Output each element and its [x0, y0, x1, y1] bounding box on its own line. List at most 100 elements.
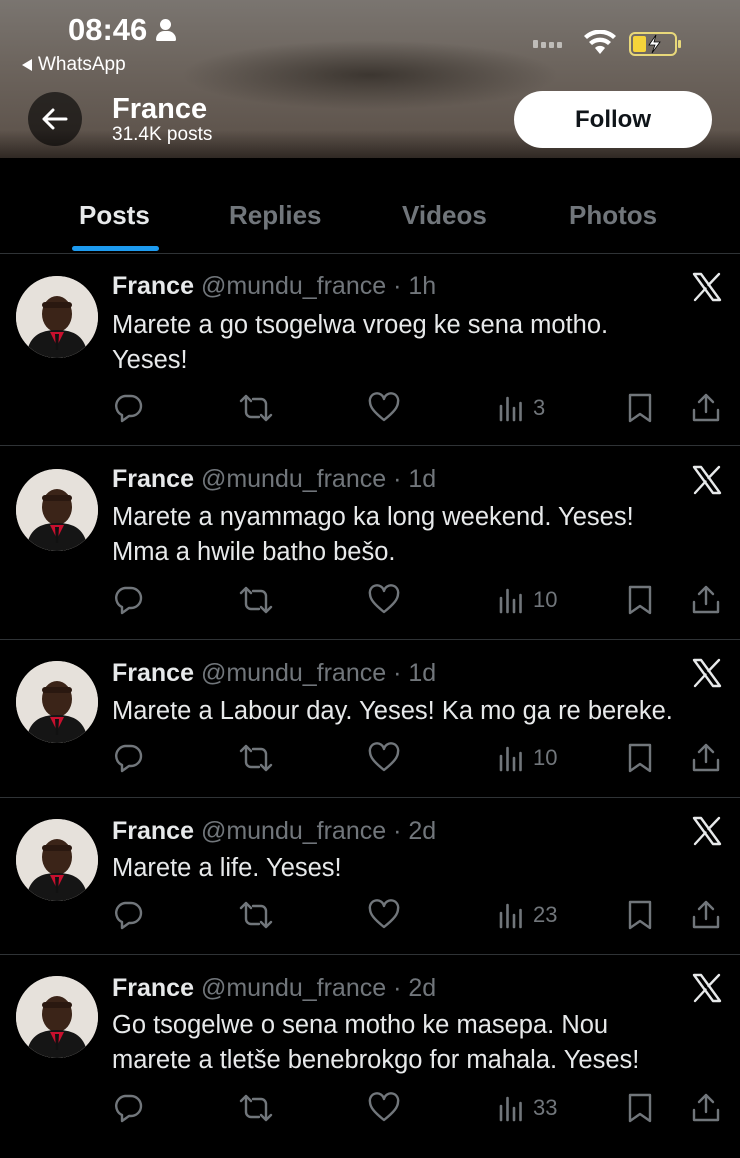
- post-item[interactable]: France @mundu_france · 2d Go tsogelwe o …: [0, 956, 740, 1158]
- share-icon: [690, 742, 722, 774]
- post-text-line: Marete a life. Yeses!: [112, 854, 342, 882]
- post-header: France @mundu_france · 1d: [112, 659, 436, 688]
- post-count: 31.4K posts: [112, 124, 213, 145]
- repost-button[interactable]: [238, 583, 274, 617]
- avatar[interactable]: [16, 976, 98, 1058]
- repost-button[interactable]: [238, 1091, 274, 1125]
- post-item[interactable]: France @mundu_france · 1d Marete a nyamm…: [0, 447, 740, 640]
- follow-button[interactable]: Follow: [514, 91, 712, 148]
- bookmark-button[interactable]: [626, 898, 654, 932]
- views-icon: [497, 901, 525, 929]
- post-text: Go tsogelwe o sena motho ke masepa. Nou …: [112, 1008, 727, 1078]
- post-actions: 33: [0, 1091, 740, 1125]
- arrow-left-icon: [42, 108, 68, 130]
- post-actions: 10: [0, 583, 740, 617]
- share-button[interactable]: [690, 391, 722, 425]
- post-actions: 23: [0, 898, 740, 932]
- back-app-label: WhatsApp: [38, 54, 126, 75]
- repost-icon: [238, 742, 274, 774]
- like-button[interactable]: [368, 583, 400, 617]
- reply-icon: [112, 899, 144, 931]
- share-icon: [690, 392, 722, 424]
- views-button[interactable]: 10: [497, 583, 557, 617]
- avatar[interactable]: [16, 276, 98, 358]
- author-handle-time: @mundu_france · 1d: [200, 659, 437, 687]
- bookmark-button[interactable]: [626, 741, 654, 775]
- share-button[interactable]: [690, 898, 722, 932]
- post-text: Marete a Labour day. Yeses! Ka mo ga re …: [112, 694, 732, 729]
- author-handle-time: @mundu_france · 2d: [200, 817, 437, 845]
- views-button[interactable]: 23: [497, 898, 557, 932]
- back-button[interactable]: [28, 92, 82, 146]
- post-item[interactable]: France @mundu_france · 1h Marete a go ts…: [0, 254, 740, 446]
- post-text-line: marete a tletše benebrokgo for mahala. Y…: [112, 1046, 640, 1074]
- x-logo-icon: [692, 816, 722, 846]
- views-icon: [497, 394, 525, 422]
- avatar[interactable]: [16, 819, 98, 901]
- like-button[interactable]: [368, 1091, 400, 1125]
- share-button[interactable]: [690, 583, 722, 617]
- bookmark-icon: [626, 742, 654, 774]
- views-button[interactable]: 10: [497, 741, 557, 775]
- repost-icon: [238, 584, 274, 616]
- share-button[interactable]: [690, 1091, 722, 1125]
- reply-button[interactable]: [112, 741, 144, 775]
- author-name[interactable]: France: [112, 659, 194, 687]
- views-button[interactable]: 3: [497, 391, 545, 425]
- views-button[interactable]: 33: [497, 1091, 557, 1125]
- post-item[interactable]: France @mundu_france · 2d Marete a life.…: [0, 799, 740, 955]
- x-logo-icon: [692, 272, 722, 302]
- heart-icon: [368, 742, 400, 774]
- author-name[interactable]: France: [112, 817, 194, 845]
- author-handle-time: @mundu_france · 2d: [200, 974, 437, 1002]
- status-time: 08:46: [68, 12, 177, 48]
- author-name[interactable]: France: [112, 974, 194, 1002]
- tab-replies[interactable]: Replies: [229, 200, 322, 231]
- views-icon: [497, 586, 525, 614]
- views-count: 10: [533, 587, 558, 612]
- battery-charging-icon: [629, 32, 681, 56]
- post-text-line: Mma a hwile batho bešo.: [112, 538, 396, 566]
- status-time-text: 08:46: [68, 12, 148, 47]
- x-logo-icon: [692, 658, 722, 688]
- wifi-icon: [584, 30, 616, 54]
- share-button[interactable]: [690, 741, 722, 775]
- like-button[interactable]: [368, 898, 400, 932]
- post-text: Marete a nyammago ka long weekend. Yeses…: [112, 500, 712, 570]
- views-count: 10: [533, 745, 558, 770]
- reply-button[interactable]: [112, 1091, 144, 1125]
- back-to-app-link[interactable]: WhatsApp: [22, 54, 126, 76]
- like-button[interactable]: [368, 391, 400, 425]
- views-icon: [497, 1094, 525, 1122]
- bookmark-button[interactable]: [626, 583, 654, 617]
- profile-header: 08:46 WhatsApp France 31.4K posts Follow: [0, 0, 740, 158]
- post-header: France @mundu_france · 2d: [112, 817, 436, 846]
- profile-name: France: [112, 93, 208, 125]
- bookmark-button[interactable]: [626, 391, 654, 425]
- reply-button[interactable]: [112, 583, 144, 617]
- avatar[interactable]: [16, 661, 98, 743]
- post-text-line: Marete a nyammago ka long weekend. Yeses…: [112, 503, 634, 531]
- avatar[interactable]: [16, 469, 98, 551]
- author-name[interactable]: France: [112, 272, 194, 300]
- reply-button[interactable]: [112, 391, 144, 425]
- reply-button[interactable]: [112, 898, 144, 932]
- repost-button[interactable]: [238, 898, 274, 932]
- post-item[interactable]: France @mundu_france · 1d Marete a Labou…: [0, 641, 740, 798]
- post-header: France @mundu_france · 2d: [112, 974, 436, 1003]
- tab-posts[interactable]: Posts: [79, 200, 150, 231]
- repost-button[interactable]: [238, 741, 274, 775]
- share-icon: [690, 1092, 722, 1124]
- bookmark-icon: [626, 584, 654, 616]
- active-tab-indicator: [72, 246, 159, 251]
- person-icon: [155, 17, 177, 43]
- repost-button[interactable]: [238, 391, 274, 425]
- like-button[interactable]: [368, 741, 400, 775]
- bookmark-button[interactable]: [626, 1091, 654, 1125]
- views-count: 3: [533, 395, 546, 420]
- share-icon: [690, 899, 722, 931]
- reply-icon: [112, 584, 144, 616]
- tab-videos[interactable]: Videos: [402, 200, 487, 231]
- tab-photos[interactable]: Photos: [569, 200, 657, 231]
- author-name[interactable]: France: [112, 465, 194, 493]
